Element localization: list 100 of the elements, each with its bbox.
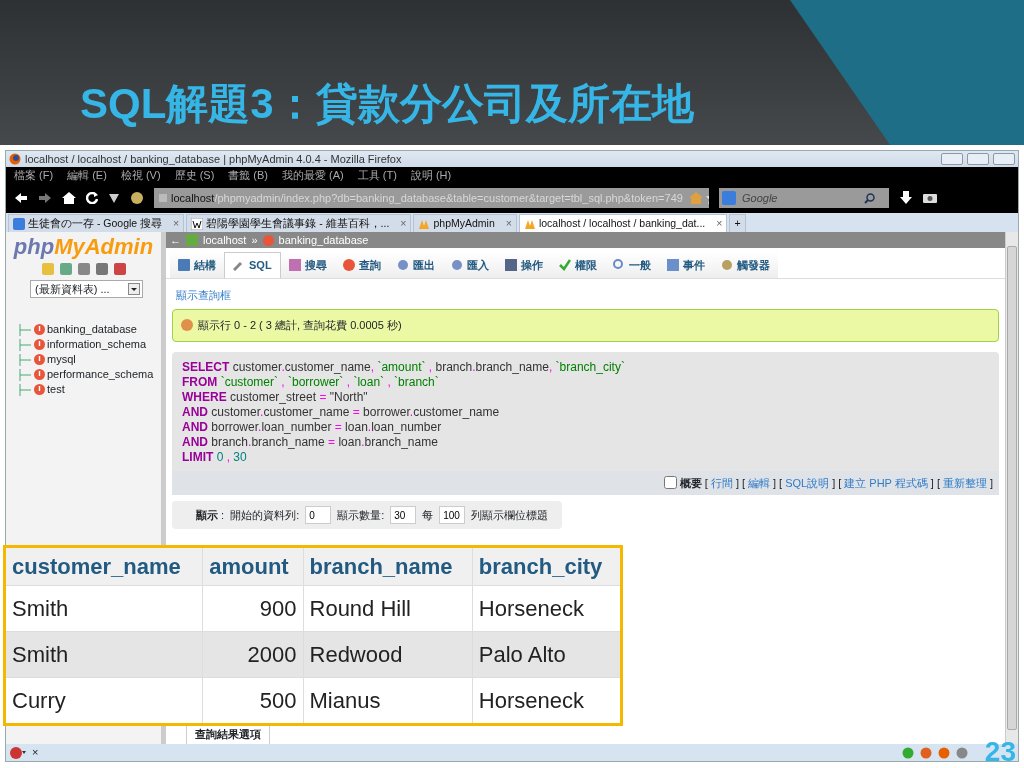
table-cell: Palo Alto <box>472 631 622 678</box>
menu-item[interactable]: 說明 (H) <box>410 166 452 184</box>
alert-icon <box>34 324 45 335</box>
bracket: [ <box>741 475 745 491</box>
slide-number: 23 <box>984 738 1016 766</box>
sql-line: AND customer.customer_name = borrower.customer_name <box>182 404 501 420</box>
sql-line: AND branch.branch_name = loan.branch_name <box>182 434 439 450</box>
check-icon <box>558 258 571 271</box>
tree-icon[interactable] <box>18 323 32 336</box>
column-header[interactable]: branch_name <box>303 546 473 586</box>
alert-icon <box>342 258 355 271</box>
reload-icon[interactable] <box>86 192 98 204</box>
google-icon <box>722 191 736 205</box>
browser-tab[interactable]: localhost / localhost / banking_dat... × <box>518 214 728 232</box>
field-label: 列顯示欄位標題 <box>471 507 549 523</box>
menu-item[interactable]: 檢視 (V) <box>120 166 161 184</box>
table-cell: Round Hill <box>303 585 473 632</box>
close-tab-button[interactable]: × <box>505 215 512 232</box>
url-text: localhost/phpmyadmin/index.php?db=banking_database&table=customer&target=tbl_sql.php&token=749 <box>171 190 683 206</box>
download-icon[interactable] <box>899 191 913 205</box>
window-title: localhost / localhost / banking_database | phpMyAdmin 4.0.4 - Mozilla Firefox <box>25 151 402 167</box>
menu-item[interactable]: 歷史 (S) <box>174 166 215 184</box>
tab-label: 生徒會の一存 - Google 搜尋 <box>28 215 163 231</box>
minimize-button[interactable] <box>941 153 963 165</box>
google-icon <box>13 217 25 230</box>
logo: phpMyAdmin <box>12 236 155 258</box>
menu-item[interactable]: 我的最愛 (A) <box>282 166 344 184</box>
database-link[interactable]: mysql <box>47 352 76 367</box>
menu-item[interactable]: 編輯 (E) <box>67 166 107 184</box>
browser-tab[interactable]: 生徒會の一存 - Google 搜尋 × <box>8 214 185 232</box>
sql-line: AND borrower.loan_number = loan.loan_number <box>182 419 443 435</box>
sql-line: FROM `customer` , `borrower` , `loan` , `branch` <box>182 374 440 390</box>
bracket: [ <box>838 475 842 491</box>
number-field[interactable]: 100 <box>439 506 466 524</box>
menu-item[interactable]: 工具 (T) <box>357 166 397 184</box>
show-query-link[interactable]: 顯示查詢框 <box>176 286 995 303</box>
search-bar[interactable]: Google <box>719 188 889 208</box>
action-link[interactable]: 行間 <box>710 474 733 491</box>
action-link[interactable]: SQL說明 <box>785 474 830 491</box>
server-link[interactable]: localhost <box>203 231 247 249</box>
back-icon[interactable] <box>14 192 28 204</box>
database-link[interactable]: performance_schema <box>47 367 154 382</box>
new-tab-button[interactable]: + <box>729 214 746 232</box>
sql-line: WHERE customer_street = "North" <box>182 389 369 405</box>
database-link[interactable]: banking_database <box>47 322 137 337</box>
table-cell: Smith <box>4 585 203 632</box>
close-button[interactable] <box>993 153 1015 165</box>
slide-title: SQL解題3：貸款分公司及所在地 <box>80 79 694 129</box>
field-label: 每 <box>422 507 434 523</box>
scrollbar[interactable] <box>1005 232 1018 744</box>
action-link[interactable]: 重新整理 <box>942 474 987 491</box>
profiling-label: 概要 <box>679 475 702 491</box>
back-link[interactable]: ← <box>170 231 181 249</box>
alert-icon <box>34 384 45 395</box>
tree-icon[interactable] <box>18 353 32 366</box>
restore-button[interactable] <box>967 153 989 165</box>
number-field[interactable]: 30 <box>390 506 417 524</box>
separator: » <box>251 232 258 248</box>
column-header[interactable]: amount <box>202 546 303 586</box>
tree-icon[interactable] <box>18 383 32 396</box>
database-link[interactable]: banking_database <box>278 231 369 249</box>
bracket: ] <box>989 475 993 491</box>
w-icon <box>191 217 204 230</box>
tree-icon[interactable] <box>18 368 32 381</box>
menu-item[interactable]: 檔案 (F) <box>14 166 54 184</box>
menu-item[interactable]: 書籤 (B) <box>228 166 269 184</box>
action-link[interactable]: 編輯 <box>748 474 770 491</box>
close-tab-button[interactable]: × <box>400 215 407 232</box>
table-cell: 900 <box>202 585 303 632</box>
search-input[interactable]: Google <box>740 188 860 208</box>
select-value: (最新資料表) ... <box>35 281 110 297</box>
close-button[interactable]: × <box>32 744 39 761</box>
action-link[interactable]: 建立 PHP 程式碼 <box>844 474 928 491</box>
forward-icon[interactable] <box>38 192 52 204</box>
database-link[interactable]: test <box>47 382 65 397</box>
database-link[interactable]: information_schema <box>47 337 147 352</box>
dropdown-icon[interactable] <box>128 283 140 295</box>
alert-icon <box>34 354 45 365</box>
column-header[interactable]: customer_name <box>4 546 203 586</box>
abp-icon[interactable] <box>10 746 26 759</box>
close-tab-button[interactable]: × <box>716 215 723 232</box>
wrench-icon <box>233 259 245 272</box>
table-cell: Smith <box>4 631 203 678</box>
camera-icon[interactable] <box>923 192 937 204</box>
column-header[interactable]: branch_city <box>472 546 622 586</box>
bracket: ] <box>773 475 777 491</box>
browser-tab[interactable]: phpMyAdmin × <box>413 214 517 232</box>
bracket: ] <box>832 475 836 491</box>
alert-icon <box>34 339 45 350</box>
field-label: 開始的資料列: <box>230 507 300 523</box>
tree-icon[interactable] <box>18 338 32 351</box>
browser-tab[interactable]: 碧陽學園學生會議事錄 - 維基百科，... × <box>186 214 412 232</box>
tab-label: 碧陽學園學生會議事錄 - 維基百科，... <box>206 215 390 231</box>
tab[interactable]: SQL <box>224 252 281 278</box>
table-select[interactable]: (最新資料表) ... <box>30 280 143 298</box>
alert-icon <box>262 234 274 246</box>
number-field[interactable]: 0 <box>305 506 332 524</box>
close-tab-button[interactable]: × <box>173 215 180 232</box>
profiling-checkbox[interactable] <box>663 476 677 490</box>
address-bar[interactable]: localhost/phpmyadmin/index.php?db=banking_database&table=customer&target=tbl_sql.php&token=749 <box>154 188 709 208</box>
